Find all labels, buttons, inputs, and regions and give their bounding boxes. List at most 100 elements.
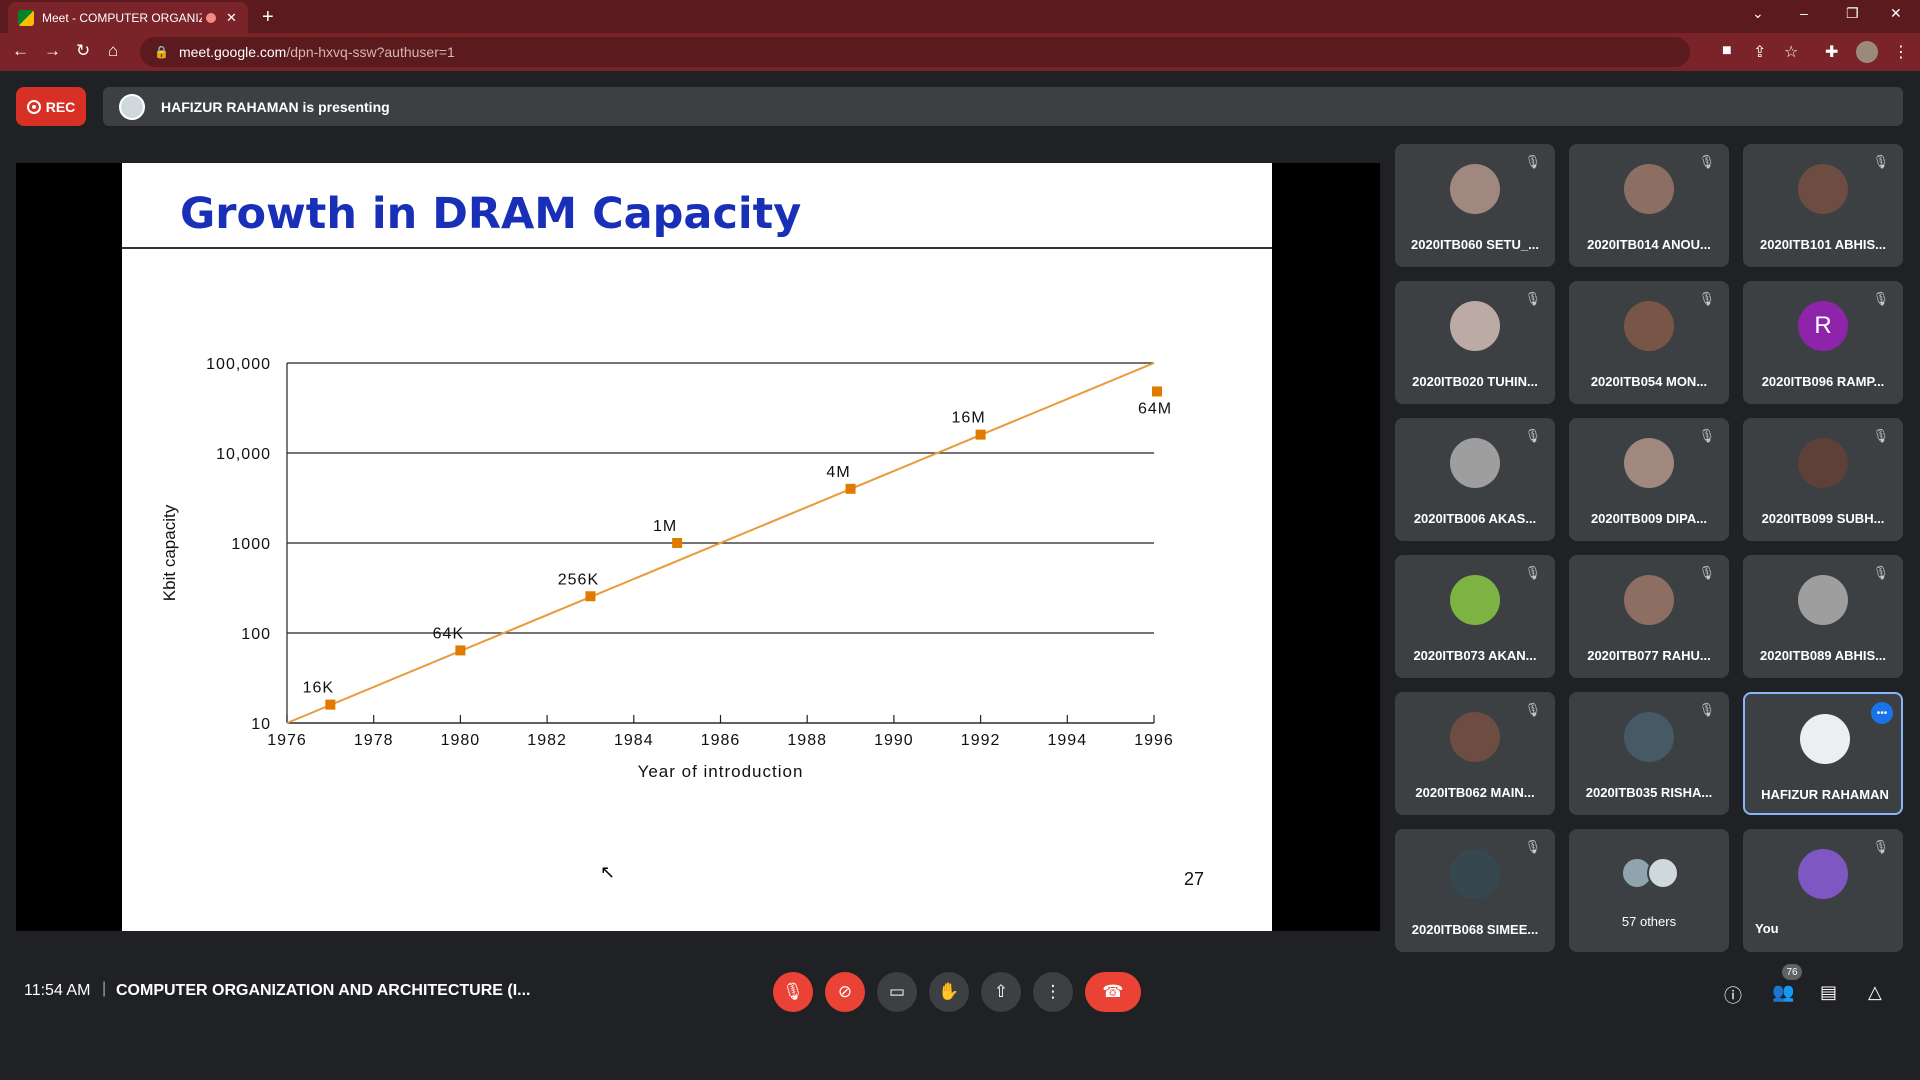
mic-muted-icon: 🎙 <box>1872 839 1889 854</box>
data-point-label: 64M <box>1138 400 1172 417</box>
hand-icon: ✋ <box>938 982 960 1001</box>
address-bar[interactable]: 🔒 meet.google.com/dpn-hxvq-ssw?authuser=… <box>140 37 1690 67</box>
participant-avatar <box>1624 164 1674 214</box>
hang-up-icon: ☎ <box>1102 982 1124 1001</box>
x-tick-label: 1978 <box>354 732 394 749</box>
participant-avatar <box>1798 164 1848 214</box>
more-options-button[interactable]: ⋮ <box>1033 972 1073 1012</box>
mic-muted-icon: 🎙 <box>1698 154 1715 169</box>
participant-tile[interactable]: 🎙 2020ITB101 ABHIS... <box>1743 144 1903 267</box>
forward-arrow-icon[interactable]: → <box>44 41 61 61</box>
participant-tile[interactable]: 🎙 2020ITB020 TUHIN... <box>1395 281 1555 404</box>
tab-close-icon[interactable]: ✕ <box>226 10 237 26</box>
record-icon <box>26 99 41 114</box>
meeting-details-icon[interactable]: ⓘ <box>1724 982 1742 1008</box>
tab-title: Meet - COMPUTER ORGANIZ <box>42 10 202 25</box>
participant-name: 2020ITB089 ABHIS... <box>1760 648 1886 663</box>
y-axis-label: Kbit capacity <box>160 504 179 601</box>
meeting-clock: 11:54 AM <box>24 982 91 999</box>
participant-name: 2020ITB062 MAIN... <box>1415 785 1535 800</box>
x-axis-label: Year of introduction <box>638 762 804 781</box>
restore-button[interactable]: ❐ <box>1846 5 1859 22</box>
camera-icon[interactable]: ■ <box>1722 42 1732 60</box>
y-tick-label: 1000 <box>231 536 271 553</box>
participant-tile[interactable]: 🎙 2020ITB077 RAHU... <box>1569 555 1729 678</box>
bookmark-star-icon[interactable]: ☆ <box>1784 42 1798 62</box>
participant-avatar <box>1624 575 1674 625</box>
activities-icon[interactable]: △ <box>1868 982 1882 1003</box>
home-icon[interactable]: ⌂ <box>108 41 118 61</box>
participant-grid: 🎙 2020ITB060 SETU_... 🎙 2020ITB014 ANOU... 🎙… <box>1395 144 1905 964</box>
chat-icon[interactable]: ▤ <box>1820 982 1837 1003</box>
participant-avatar <box>1450 164 1500 214</box>
chrome-menu-icon[interactable]: ⋮ <box>1893 42 1909 62</box>
present-icon: ⇧ <box>993 982 1009 1001</box>
self-tile[interactable]: 🎙 You <box>1743 829 1903 952</box>
leave-call-button[interactable]: ☎ <box>1085 972 1141 1012</box>
browser-tab-meet[interactable]: Meet - COMPUTER ORGANIZ ✕ <box>8 2 248 33</box>
participant-tile[interactable]: 🎙 2020ITB060 SETU_... <box>1395 144 1555 267</box>
x-tick-label: 1984 <box>614 732 654 749</box>
extensions-puzzle-icon[interactable]: ✚ <box>1825 42 1838 62</box>
data-point-marker <box>455 645 466 656</box>
reload-icon[interactable]: ↻ <box>76 41 90 61</box>
profile-avatar[interactable] <box>1856 41 1878 63</box>
tab-search-icon[interactable]: ⌄ <box>1752 5 1764 22</box>
raise-hand-button[interactable]: ✋ <box>929 972 969 1012</box>
participant-name: 2020ITB035 RISHA... <box>1585 785 1713 800</box>
mic-muted-icon: 🎙 <box>1872 428 1889 443</box>
participant-avatar <box>1450 712 1500 762</box>
share-icon[interactable]: ⇪ <box>1753 42 1766 62</box>
mic-off-button[interactable]: 🎙 <box>773 972 813 1012</box>
mic-muted-icon: 🎙 <box>1698 565 1715 580</box>
data-point-label: 4M <box>826 464 850 481</box>
participant-tile[interactable]: 🎙 2020ITB068 SIMEE... <box>1395 829 1555 952</box>
x-tick-label: 1982 <box>527 732 567 749</box>
participant-avatar <box>1624 712 1674 762</box>
participant-name: HAFIZUR RAHAMAN <box>1761 787 1889 802</box>
others-tile[interactable]: 57 others <box>1569 829 1729 952</box>
data-point-marker <box>325 699 336 710</box>
mic-muted-icon: 🎙 <box>1524 702 1541 717</box>
captions-button[interactable]: ▭ <box>877 972 917 1012</box>
data-point-marker <box>1152 386 1162 397</box>
participant-tile[interactable]: 🎙 2020ITB099 SUBH... <box>1743 418 1903 541</box>
y-tick-label: 10 <box>251 716 271 733</box>
self-label: You <box>1755 921 1779 936</box>
data-point-marker <box>975 429 986 440</box>
minimize-button[interactable]: – <box>1800 5 1808 21</box>
presenting-banner: HAFIZUR RAHAMAN is presenting <box>103 87 1903 126</box>
avatar <box>1647 857 1679 889</box>
speaking-indicator-icon: ••• <box>1871 702 1893 724</box>
y-tick-label: 100,000 <box>206 356 271 373</box>
close-window-button[interactable]: ✕ <box>1890 5 1902 22</box>
url-host: meet.google.com <box>178 44 287 60</box>
x-tick-label: 1980 <box>441 732 481 749</box>
mic-muted-icon: 🎙 <box>1698 702 1715 717</box>
participant-avatar <box>1450 849 1500 899</box>
participant-tile[interactable]: R 🎙 2020ITB096 RAMP... <box>1743 281 1903 404</box>
y-tick-label: 10,000 <box>216 446 271 463</box>
self-avatar <box>1798 849 1848 899</box>
participant-tile[interactable]: 🎙 2020ITB006 AKAS... <box>1395 418 1555 541</box>
participant-tile[interactable]: 🎙 2020ITB035 RISHA... <box>1569 692 1729 815</box>
participant-tile[interactable]: 🎙 2020ITB009 DIPA... <box>1569 418 1729 541</box>
participant-tile[interactable]: 🎙 2020ITB054 MON... <box>1569 281 1729 404</box>
mic-muted-icon: 🎙 <box>1524 839 1541 854</box>
participant-name: 2020ITB068 SIMEE... <box>1411 922 1539 937</box>
mouse-cursor-icon: ↖ <box>600 862 616 882</box>
participant-tile[interactable]: ••• HAFIZUR RAHAMAN <box>1743 692 1903 815</box>
present-screen-button[interactable]: ⇧ <box>981 972 1021 1012</box>
participant-avatar <box>1624 438 1674 488</box>
participant-tile[interactable]: 🎙 2020ITB089 ABHIS... <box>1743 555 1903 678</box>
participant-tile[interactable]: 🎙 2020ITB062 MAIN... <box>1395 692 1555 815</box>
people-icon[interactable]: 👥 <box>1772 982 1794 1003</box>
recording-button[interactable]: REC <box>16 87 86 126</box>
participant-tile[interactable]: 🎙 2020ITB073 AKAN... <box>1395 555 1555 678</box>
new-tab-button[interactable]: + <box>262 6 274 29</box>
mic-muted-icon: 🎙 <box>1872 565 1889 580</box>
participant-tile[interactable]: 🎙 2020ITB014 ANOU... <box>1569 144 1729 267</box>
back-arrow-icon[interactable]: ← <box>12 41 29 61</box>
participant-avatar <box>1624 301 1674 351</box>
camera-off-button[interactable]: ⊘ <box>825 972 865 1012</box>
